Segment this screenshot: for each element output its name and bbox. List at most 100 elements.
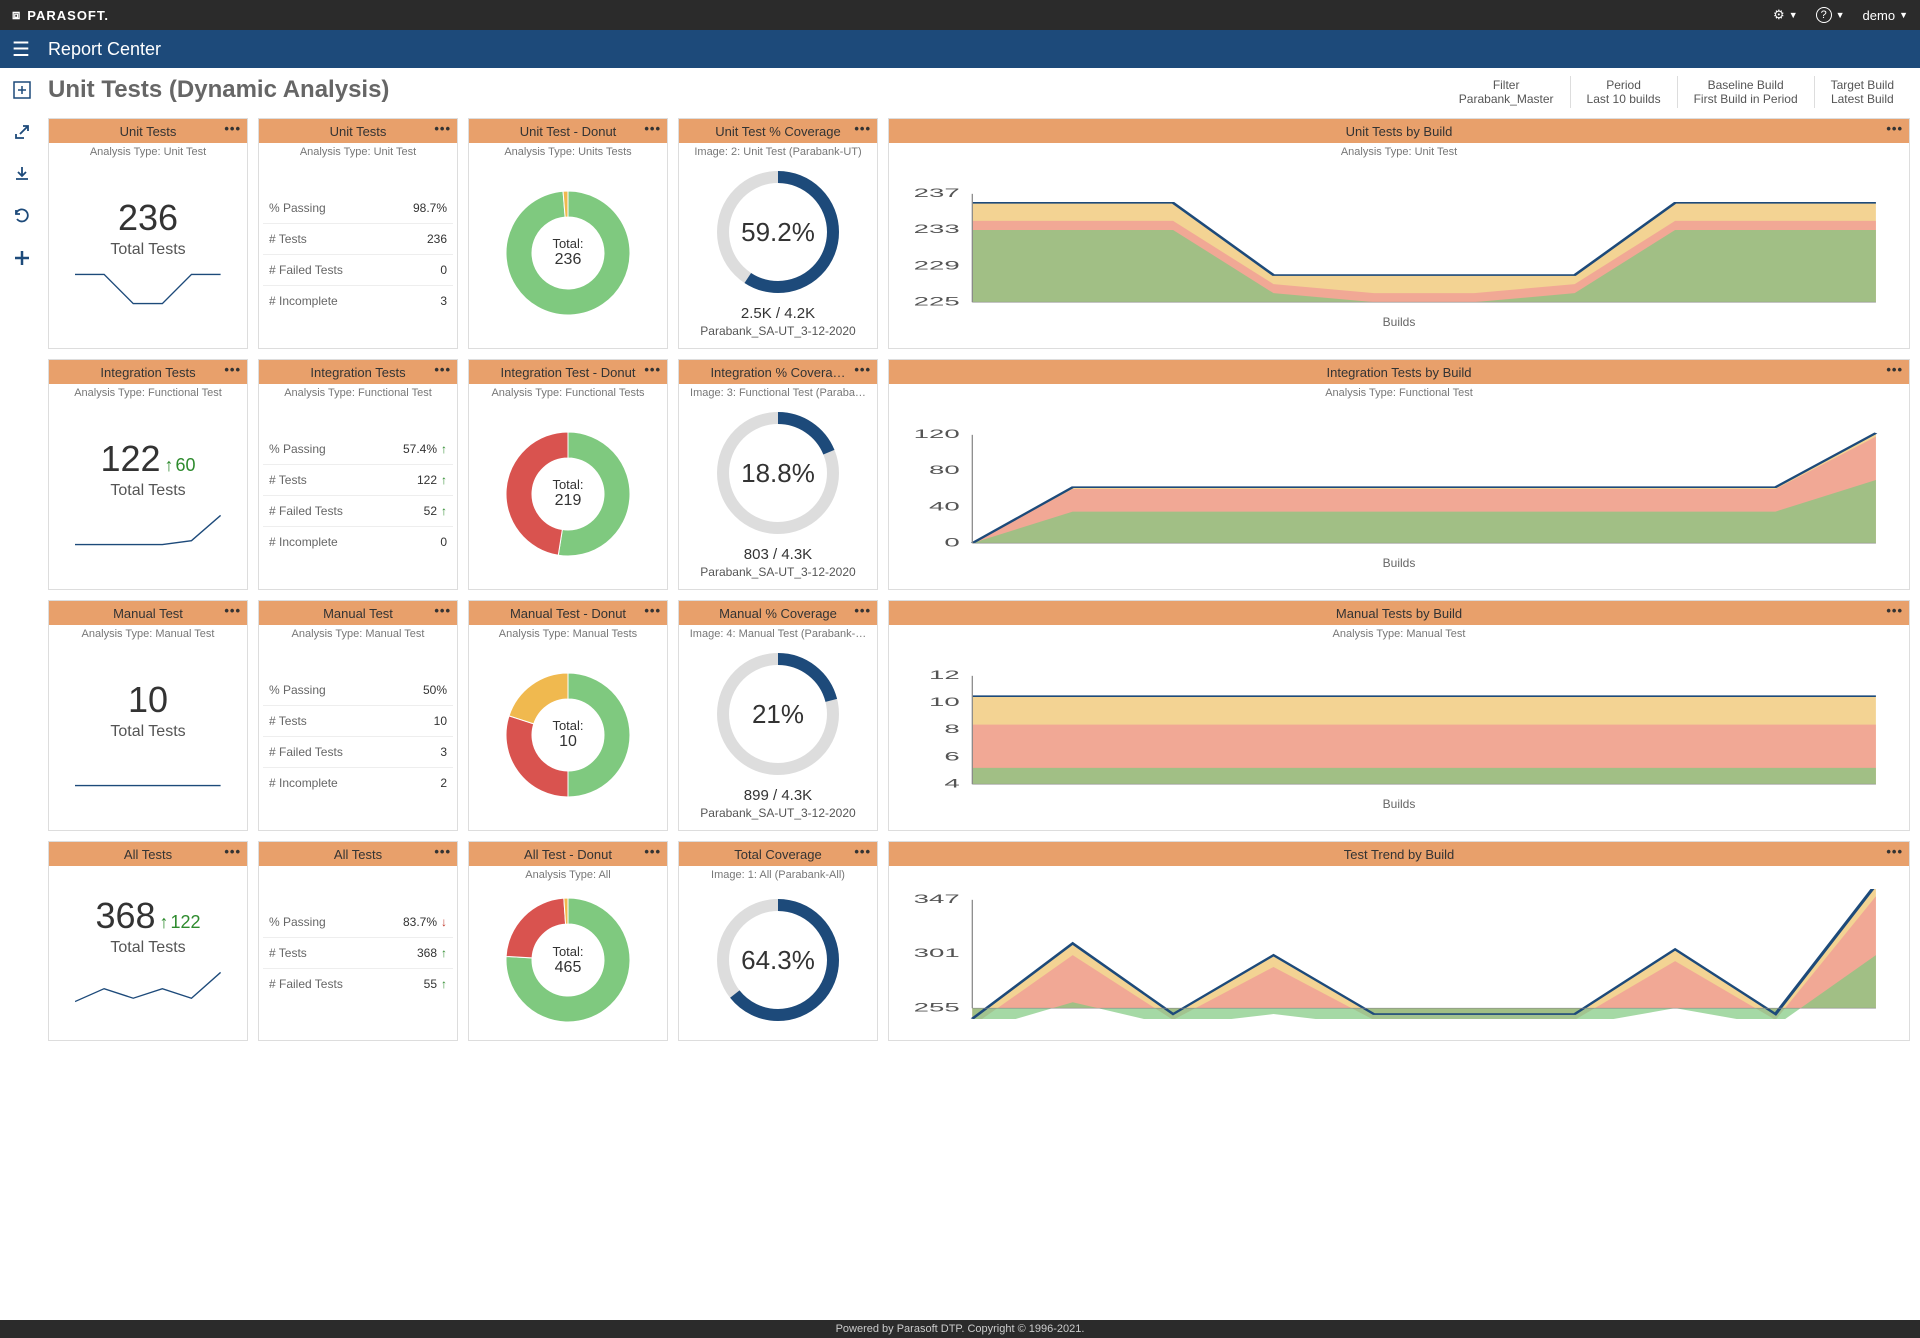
widget-summary[interactable]: Integration Tests••• Analysis Type: Func…	[48, 359, 248, 590]
svg-text:12: 12	[929, 668, 960, 681]
widget-summary[interactable]: Unit Tests••• Analysis Type: Unit Test 2…	[48, 118, 248, 349]
widget-menu-icon[interactable]: •••	[854, 844, 871, 859]
filter-cell[interactable]: PeriodLast 10 builds	[1570, 76, 1677, 108]
widget-coverage[interactable]: Total Coverage••• Image: 1: All (Paraban…	[678, 841, 878, 1041]
widget-trend[interactable]: Manual Tests by Build••• Analysis Type: …	[888, 600, 1910, 831]
arrow-up-icon: ↑	[441, 977, 447, 991]
stat-key: # Failed Tests	[269, 745, 343, 759]
donut-center-value: 219	[555, 492, 582, 510]
svg-text:255: 255	[914, 1001, 960, 1014]
donut-center-value: 465	[555, 959, 582, 977]
widget-summary[interactable]: All Tests••• 368↑122 Total Tests	[48, 841, 248, 1041]
widget-menu-icon[interactable]: •••	[1886, 121, 1903, 136]
widget-menu-icon[interactable]: •••	[224, 844, 241, 859]
widget-coverage[interactable]: Manual % Coverage••• Image: 4: Manual Te…	[678, 600, 878, 831]
svg-text:347: 347	[914, 892, 960, 905]
widget-title: Manual Test - Donut•••	[469, 601, 667, 625]
widget-title: Total Coverage•••	[679, 842, 877, 866]
stat-key: # Failed Tests	[269, 263, 343, 277]
add-panel-icon[interactable]	[10, 78, 34, 102]
widget-menu-icon[interactable]: •••	[1886, 603, 1903, 618]
refresh-icon[interactable]	[10, 204, 34, 228]
widget-subtitle: Analysis Type: Units Tests	[469, 143, 667, 161]
donut-chart: Total:10	[498, 665, 638, 805]
widget-coverage[interactable]: Unit Test % Coverage••• Image: 2: Unit T…	[678, 118, 878, 349]
help-menu[interactable]: ?▼	[1816, 7, 1845, 23]
stat-row: % Passing83.7% ↓	[263, 907, 453, 937]
filter-value: First Build in Period	[1694, 92, 1798, 106]
widget-title: All Test - Donut•••	[469, 842, 667, 866]
widget-subtitle: Image: 3: Functional Test (Paraba…	[679, 384, 877, 402]
footer: Powered by Parasoft DTP. Copyright © 199…	[0, 1320, 1920, 1338]
widget-donut[interactable]: All Test - Donut••• Analysis Type: All T…	[468, 841, 668, 1041]
widget-title: Integration Tests by Build•••	[889, 360, 1909, 384]
stat-value: 57.4% ↑	[403, 442, 447, 456]
widget-coverage[interactable]: Integration % Covera…••• Image: 3: Funct…	[678, 359, 878, 590]
widget-title: Unit Tests•••	[49, 119, 247, 143]
arrow-up-icon: ↑	[441, 504, 447, 518]
widget-subtitle: Image: 4: Manual Test (Parabank-…	[679, 625, 877, 643]
widget-menu-icon[interactable]: •••	[434, 362, 451, 377]
widget-title: Integration Tests•••	[259, 360, 457, 384]
widget-stats[interactable]: Integration Tests••• Analysis Type: Func…	[258, 359, 458, 590]
widget-menu-icon[interactable]: •••	[224, 603, 241, 618]
help-icon: ?	[1816, 7, 1832, 23]
widget-trend[interactable]: Unit Tests by Build••• Analysis Type: Un…	[888, 118, 1910, 349]
widget-summary[interactable]: Manual Test••• Analysis Type: Manual Tes…	[48, 600, 248, 831]
stat-row: % Passing50%	[263, 675, 453, 705]
widget-donut[interactable]: Manual Test - Donut••• Analysis Type: Ma…	[468, 600, 668, 831]
summary-value: 10	[128, 679, 168, 721]
filter-cell[interactable]: FilterParabank_Master	[1443, 76, 1570, 108]
filter-cell[interactable]: Baseline BuildFirst Build in Period	[1677, 76, 1814, 108]
widget-menu-icon[interactable]: •••	[854, 121, 871, 136]
coverage-ring: 21%	[713, 649, 843, 779]
widget-stats[interactable]: All Tests••• % Passing83.7% ↓# Tests368 …	[258, 841, 458, 1041]
widget-donut[interactable]: Unit Test - Donut••• Analysis Type: Unit…	[468, 118, 668, 349]
widget-menu-icon[interactable]: •••	[644, 844, 661, 859]
widget-menu-icon[interactable]: •••	[644, 121, 661, 136]
widget-menu-icon[interactable]: •••	[434, 603, 451, 618]
hamburger-icon[interactable]: ☰	[12, 37, 30, 62]
stat-key: # Failed Tests	[269, 504, 343, 518]
stat-row: % Passing57.4% ↑	[263, 434, 453, 464]
share-icon[interactable]	[10, 120, 34, 144]
download-icon[interactable]	[10, 162, 34, 186]
widget-menu-icon[interactable]: •••	[1886, 844, 1903, 859]
widget-menu-icon[interactable]: •••	[644, 603, 661, 618]
stat-key: % Passing	[269, 201, 326, 215]
widget-donut[interactable]: Integration Test - Donut••• Analysis Typ…	[468, 359, 668, 590]
widget-menu-icon[interactable]: •••	[854, 603, 871, 618]
widget-menu-icon[interactable]: •••	[644, 362, 661, 377]
filter-value: Parabank_Master	[1459, 92, 1554, 106]
page-title: Unit Tests (Dynamic Analysis)	[48, 76, 389, 104]
widget-trend[interactable]: Test Trend by Build••• 255301347	[888, 841, 1910, 1041]
widget-menu-icon[interactable]: •••	[224, 362, 241, 377]
widget-menu-icon[interactable]: •••	[434, 121, 451, 136]
svg-text:10: 10	[929, 695, 960, 708]
stat-value: 3	[440, 294, 447, 308]
widget-menu-icon[interactable]: •••	[434, 844, 451, 859]
stat-value: 52 ↑	[424, 504, 447, 518]
widget-menu-icon[interactable]: •••	[854, 362, 871, 377]
filter-label: Period	[1587, 78, 1661, 92]
widget-menu-icon[interactable]: •••	[1886, 362, 1903, 377]
widget-stats[interactable]: Unit Tests••• Analysis Type: Unit Test %…	[258, 118, 458, 349]
widget-stats[interactable]: Manual Test••• Analysis Type: Manual Tes…	[258, 600, 458, 831]
widget-menu-icon[interactable]: •••	[224, 121, 241, 136]
stat-value: 0	[440, 535, 447, 549]
widget-subtitle: Analysis Type: Functional Test	[49, 384, 247, 402]
donut-chart: Total:219	[498, 424, 638, 564]
stat-row: # Tests122 ↑	[263, 464, 453, 495]
stat-value: 10	[434, 714, 447, 728]
app-header: ☰ Report Center	[0, 30, 1920, 68]
stat-row: # Incomplete3	[263, 285, 453, 316]
user-menu[interactable]: demo▼	[1863, 8, 1908, 23]
widget-title: Integration Tests•••	[49, 360, 247, 384]
stat-key: # Incomplete	[269, 776, 338, 790]
add-icon[interactable]	[10, 246, 34, 270]
filter-cell[interactable]: Target BuildLatest Build	[1814, 76, 1910, 108]
widget-title: Manual Test•••	[49, 601, 247, 625]
stat-key: % Passing	[269, 683, 326, 697]
settings-menu[interactable]: ⚙▼	[1773, 7, 1798, 23]
widget-trend[interactable]: Integration Tests by Build••• Analysis T…	[888, 359, 1910, 590]
